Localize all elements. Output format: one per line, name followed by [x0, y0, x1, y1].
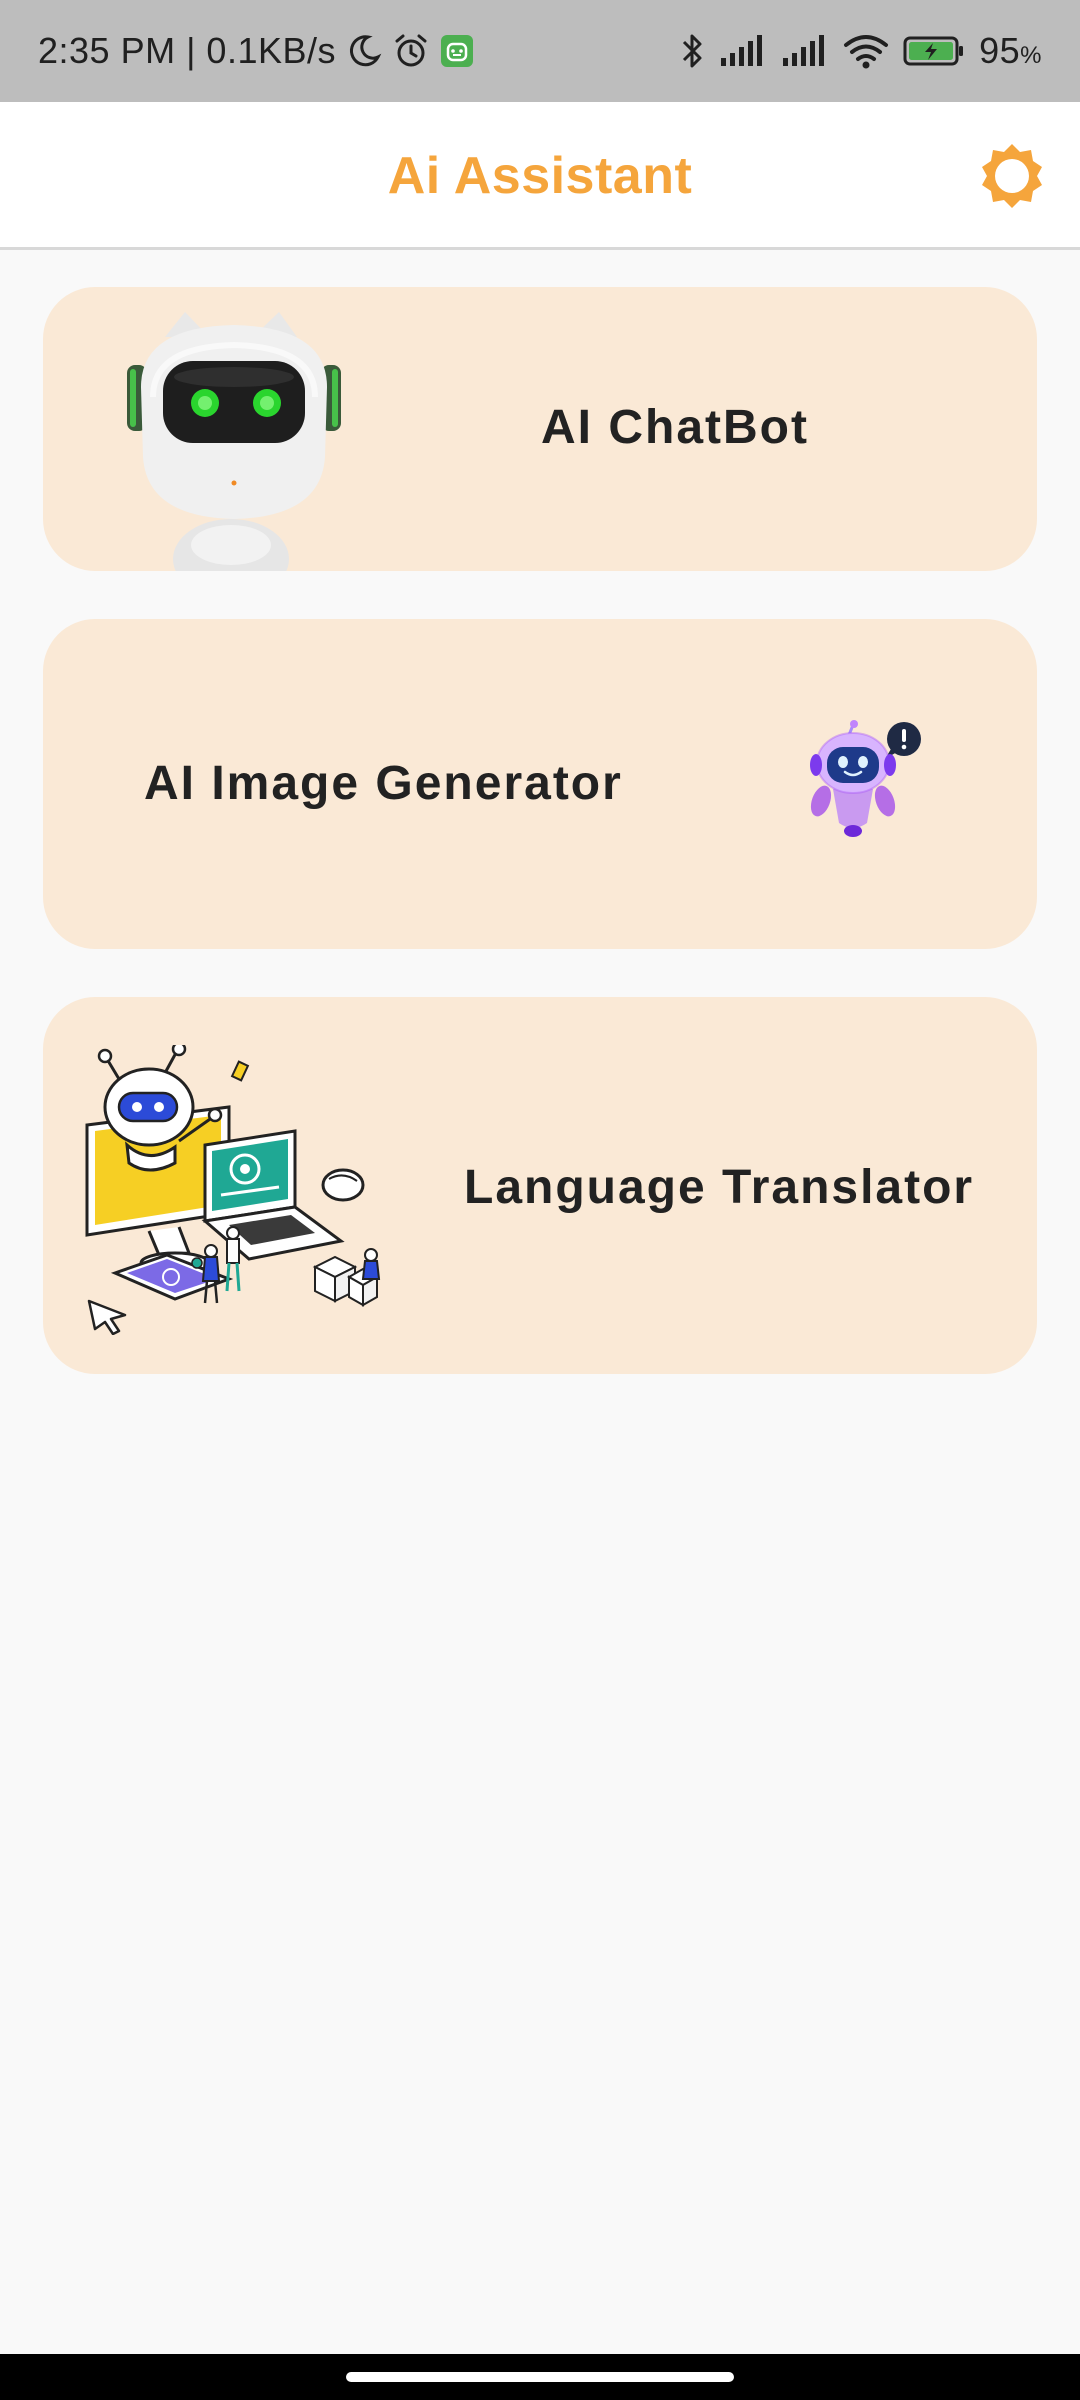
wifi-icon	[843, 33, 889, 69]
devices-robot-illustration	[85, 1045, 381, 1335]
ai-chatbot-card[interactable]: AI ChatBot	[43, 287, 1037, 571]
status-left: 2:35 PM | 0.1KB/s	[38, 0, 474, 102]
battery-charging-icon	[903, 35, 965, 67]
battery-percent: 95%	[979, 30, 1042, 71]
theme-settings-button[interactable]	[974, 138, 1050, 214]
ai-chatbot-label: AI ChatBot	[541, 401, 809, 454]
android-app-icon	[440, 34, 474, 68]
ai-image-generator-label: AI Image Generator	[144, 757, 623, 810]
battery-percent-suffix: %	[1020, 42, 1042, 69]
home-indicator[interactable]	[346, 2372, 734, 2382]
status-right: 95%	[679, 0, 1042, 102]
app-bar: Ai Assistant	[0, 102, 1080, 250]
language-translator-label: Language Translator	[464, 1161, 975, 1214]
language-translator-card[interactable]: Language Translator	[43, 997, 1037, 1374]
purple-robot-illustration	[810, 720, 921, 837]
status-time: 2:35 PM | 0.1KB/s	[38, 30, 336, 71]
sun-gear-icon	[982, 144, 1042, 208]
moon-icon	[346, 33, 382, 69]
bluetooth-icon	[679, 31, 705, 71]
ai-image-generator-card[interactable]: AI Image Generator	[43, 619, 1037, 949]
page-title: Ai Assistant	[387, 147, 693, 205]
navigation-bar	[0, 2354, 1080, 2400]
robot-head-illustration	[127, 312, 341, 571]
status-bar: 2:35 PM | 0.1KB/s 95%	[0, 0, 1080, 102]
alarm-icon	[392, 32, 430, 70]
signal-icon	[719, 34, 767, 68]
signal-icon	[781, 34, 829, 68]
